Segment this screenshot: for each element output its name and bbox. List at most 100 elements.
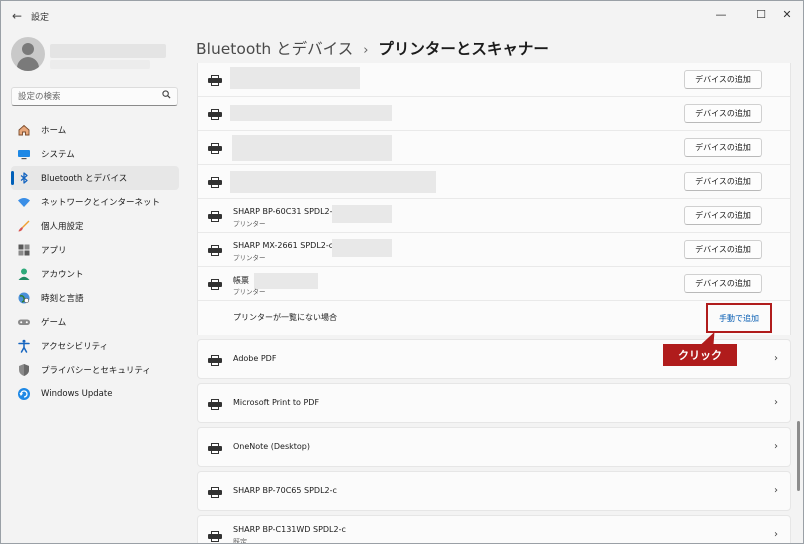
sidebar-item-label: プライバシーとセキュリティ <box>41 366 151 376</box>
network-printer-row: 帳票 プリンター デバイスの追加 <box>198 267 790 301</box>
add-device-button[interactable]: デバイスの追加 <box>684 104 762 123</box>
chevron-right-icon: › <box>774 485 778 496</box>
user-name-redacted <box>50 44 166 58</box>
user-email-redacted <box>50 60 150 69</box>
home-icon <box>17 123 31 137</box>
monitor-icon <box>17 147 31 161</box>
printer-icon <box>208 245 222 256</box>
sidebar-item-gaming[interactable]: ゲーム <box>11 310 179 334</box>
printer-name: Adobe PDF <box>233 354 277 363</box>
network-printer-list: デバイスの追加 デバイスの追加 デバイスの追加 デバイスの追加 SHARP BP… <box>197 63 791 335</box>
printer-icon <box>208 143 222 154</box>
minimize-button[interactable]: — <box>711 5 731 25</box>
printer-icon <box>208 531 222 542</box>
sidebar-item-label: ネットワークとインターネット <box>41 198 161 208</box>
accessibility-icon <box>17 339 31 353</box>
search-input[interactable] <box>12 88 152 105</box>
main-content: デバイスの追加 デバイスの追加 デバイスの追加 デバイスの追加 SHARP BP… <box>197 63 791 544</box>
sidebar-item-label: 個人用設定 <box>41 222 84 232</box>
title-bar: ← 設定 — ☐ ✕ <box>1 1 803 31</box>
add-device-button[interactable]: デバイスの追加 <box>684 206 762 225</box>
printer-name-redacted <box>230 105 392 121</box>
account-icon <box>17 267 31 281</box>
printer-name: SHARP BP-70C65 SPDL2-c <box>233 486 337 495</box>
sidebar-item-label: ゲーム <box>41 318 67 328</box>
avatar-body-shape <box>17 57 39 71</box>
globe-icon <box>17 291 31 305</box>
brush-icon <box>17 219 31 233</box>
printer-icon <box>208 211 222 222</box>
shield-icon <box>17 363 31 377</box>
network-printer-row: SHARP BP-60C31 SPDL2-c プリンター デバイスの追加 <box>198 199 790 233</box>
add-device-button[interactable]: デバイスの追加 <box>684 274 762 293</box>
printer-name: Microsoft Print to PDF <box>233 398 320 407</box>
chevron-right-icon: › <box>774 353 778 364</box>
add-device-button[interactable]: デバイスの追加 <box>684 172 762 191</box>
sidebar-item-label: アプリ <box>41 246 67 256</box>
search-icon[interactable] <box>162 90 171 102</box>
close-button[interactable]: ✕ <box>777 5 797 25</box>
page-title: プリンターとスキャナー <box>378 40 549 58</box>
add-device-button[interactable]: デバイスの追加 <box>684 70 762 89</box>
apps-icon <box>17 243 31 257</box>
add-device-button[interactable]: デバイスの追加 <box>684 240 762 259</box>
printer-name: SHARP MX-2661 SPDL2-c <box>233 241 334 250</box>
printer-name-redacted <box>230 171 436 193</box>
installed-printer-card[interactable]: OneNote (Desktop) › <box>197 427 791 467</box>
sidebar-item-label: アカウント <box>41 270 84 280</box>
sidebar-item-label: Windows Update <box>41 389 113 399</box>
sidebar-item-home[interactable]: ホーム <box>11 118 179 142</box>
printer-type: プリンター <box>233 254 266 262</box>
sidebar-item-accounts[interactable]: アカウント <box>11 262 179 286</box>
printer-icon <box>208 487 222 498</box>
printer-icon <box>208 109 222 120</box>
printer-icon <box>208 75 222 86</box>
sidebar-item-privacy-security[interactable]: プライバシーとセキュリティ <box>11 358 179 382</box>
maximize-button[interactable]: ☐ <box>751 5 771 25</box>
printer-icon <box>208 355 222 366</box>
sidebar-item-accessibility[interactable]: アクセシビリティ <box>11 334 179 358</box>
settings-window: ← 設定 — ☐ ✕ ホーム システム <box>0 0 804 544</box>
sidebar-item-personalization[interactable]: 個人用設定 <box>11 214 179 238</box>
sidebar-item-system[interactable]: システム <box>11 142 179 166</box>
avatar[interactable] <box>11 37 45 71</box>
sidebar-item-windows-update[interactable]: Windows Update <box>11 382 179 406</box>
sidebar-item-label: アクセシビリティ <box>41 342 109 352</box>
sidebar-item-network[interactable]: ネットワークとインターネット <box>11 190 179 214</box>
sidebar-item-time-language[interactable]: 時刻と言語 <box>11 286 179 310</box>
vertical-scrollbar[interactable] <box>797 421 800 491</box>
sidebar-item-bluetooth-devices[interactable]: Bluetooth とデバイス <box>11 166 179 190</box>
sidebar-item-apps[interactable]: アプリ <box>11 238 179 262</box>
add-device-button[interactable]: デバイスの追加 <box>684 138 762 157</box>
network-printer-row: SHARP MX-2661 SPDL2-c プリンター デバイスの追加 <box>198 233 790 267</box>
network-printer-row: デバイスの追加 <box>198 165 790 199</box>
installed-printer-card[interactable]: SHARP BP-C131WD SPDL2-c 既定 › <box>197 515 791 544</box>
printer-name: SHARP BP-60C31 SPDL2-c <box>233 207 337 216</box>
printer-type: プリンター <box>233 288 266 296</box>
sidebar-item-label: ホーム <box>41 126 67 136</box>
sidebar-item-label: Bluetooth とデバイス <box>41 174 128 184</box>
printer-icon <box>208 177 222 188</box>
add-manually-link[interactable]: 手動で追加 <box>706 303 772 333</box>
network-printer-row: デバイスの追加 <box>198 63 790 97</box>
printer-type: プリンター <box>233 220 266 228</box>
breadcrumb-chevron-icon: › <box>363 43 369 58</box>
sidebar-item-label: 時刻と言語 <box>41 294 84 304</box>
gamepad-icon <box>17 315 31 329</box>
printer-icon <box>208 443 222 454</box>
installed-printer-card[interactable]: Microsoft Print to PDF › <box>197 383 791 423</box>
printer-icon <box>208 279 222 290</box>
printer-not-listed-row: プリンターが一覧にない場合 手動で追加 <box>198 301 790 335</box>
avatar-head-shape <box>22 43 34 55</box>
app-title: 設定 <box>31 13 50 23</box>
back-arrow-icon[interactable]: ← <box>9 8 25 24</box>
update-icon <box>17 387 31 401</box>
installed-printer-card[interactable]: SHARP BP-70C65 SPDL2-c › <box>197 471 791 511</box>
breadcrumb-parent[interactable]: Bluetooth とデバイス <box>196 40 353 58</box>
printer-name-redacted <box>230 67 360 89</box>
printer-name-redacted <box>232 135 392 161</box>
search-box[interactable] <box>11 87 178 106</box>
printer-status: 既定 <box>233 538 247 544</box>
bluetooth-icon <box>17 171 31 185</box>
wifi-icon <box>17 195 31 209</box>
